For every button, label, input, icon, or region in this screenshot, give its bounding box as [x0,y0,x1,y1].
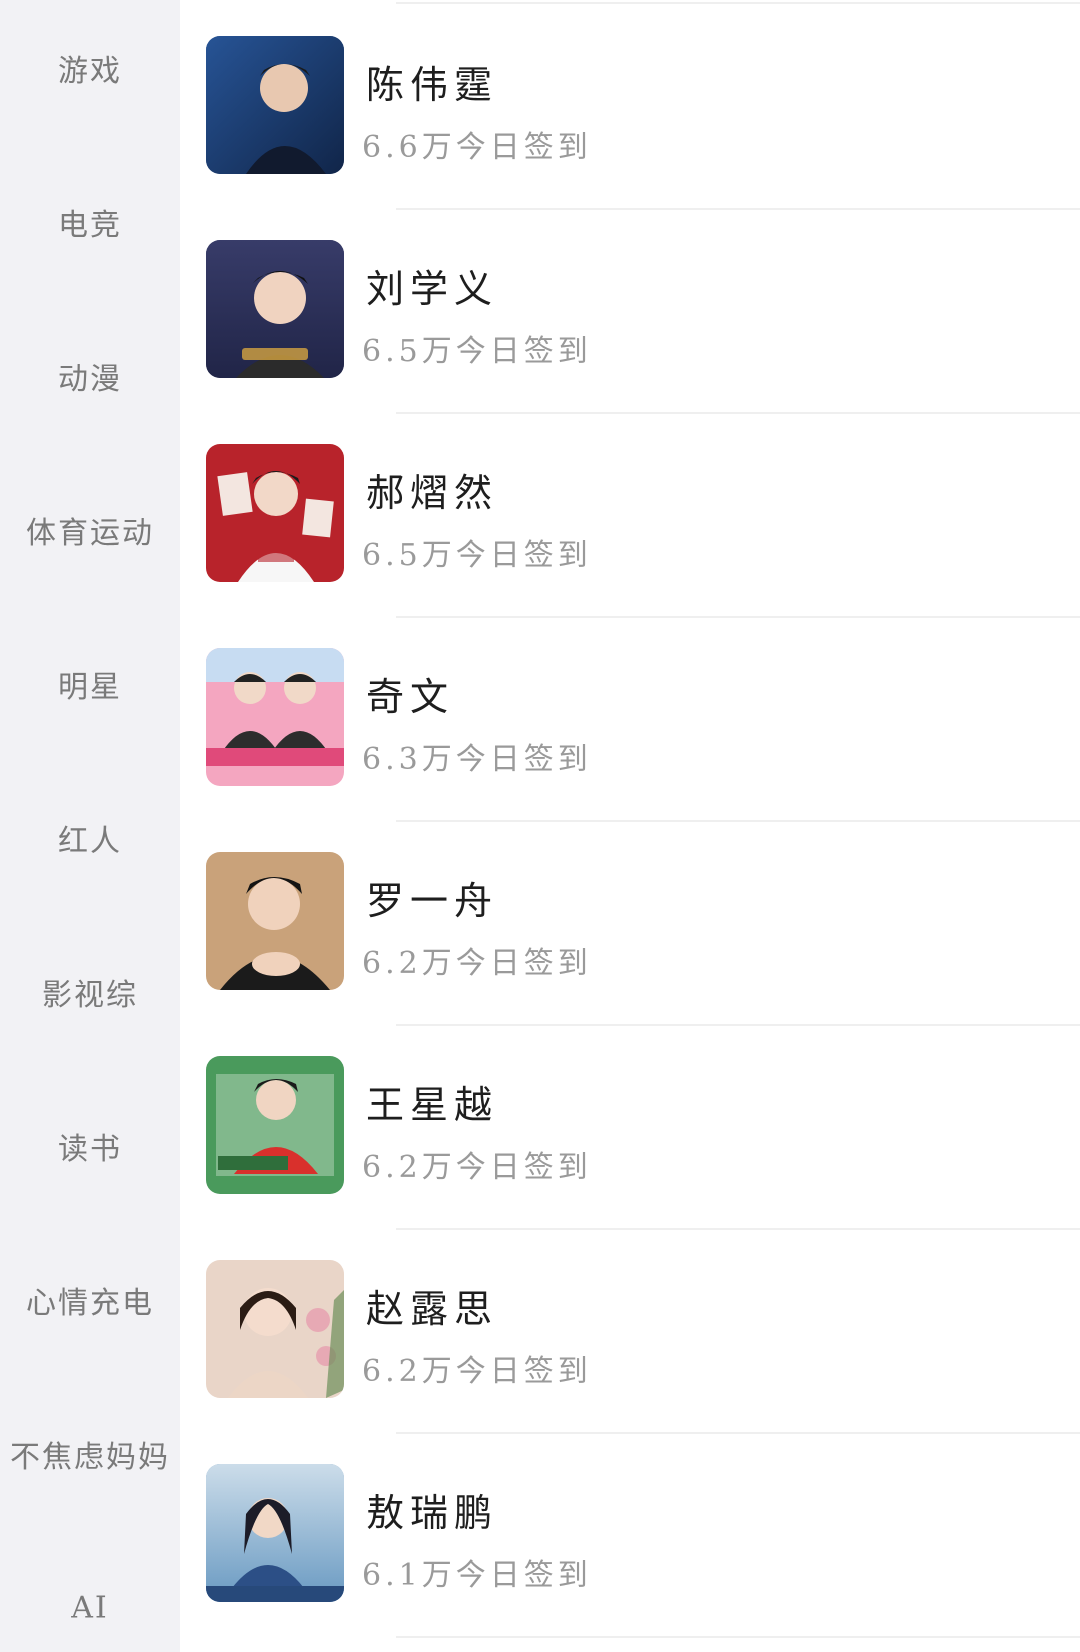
list-item[interactable]: 赵露思 6.2万今日签到 [180,1228,1080,1432]
sidebar-item-games[interactable]: 游戏 [0,46,180,90]
sidebar-item-sports[interactable]: 体育运动 [0,508,180,552]
community-avatar[interactable] [206,1056,344,1194]
checkin-count: 6.2万今日签到 [362,1150,592,1185]
sidebar-item-reading[interactable]: 读书 [0,1124,180,1168]
list-item[interactable]: 郝熠然 6.5万今日签到 [180,412,1080,616]
community-avatar[interactable] [206,648,344,786]
sidebar-item-stars[interactable]: 明星 [0,662,180,706]
sidebar-item-ai[interactable]: AI [0,1591,180,1626]
community-avatar[interactable] [206,1464,344,1602]
community-name: 赵露思 [366,1287,499,1331]
community-name: 敖瑞鹏 [366,1491,499,1535]
community-name: 罗一舟 [366,879,499,923]
app-root: 游戏 电竞 动漫 体育运动 明星 红人 影视综 读书 心情充电 不焦虑妈妈 AI… [0,0,1080,1652]
list-item[interactable]: 奇文 6.3万今日签到 [180,616,1080,820]
list-item[interactable]: 王星越 6.2万今日签到 [180,1024,1080,1228]
checkin-count: 6.3万今日签到 [362,742,592,777]
community-name: 陈伟霆 [366,63,499,107]
checkin-count: 6.2万今日签到 [362,1354,592,1389]
sidebar-item-influencers[interactable]: 红人 [0,816,180,860]
checkin-count: 6.2万今日签到 [362,946,592,981]
sidebar-item-calm-moms[interactable]: 不焦虑妈妈 [0,1432,180,1476]
sidebar-item-anime[interactable]: 动漫 [0,354,180,398]
list-divider [396,1636,1080,1638]
community-avatar[interactable] [206,852,344,990]
community-name: 奇文 [366,675,455,719]
sidebar-item-film-tv-variety[interactable]: 影视综 [0,970,180,1014]
sidebar-item-esports[interactable]: 电竞 [0,200,180,244]
checkin-count: 6.5万今日签到 [362,334,592,369]
community-list: 陈伟霆 6.6万今日签到 刘学义 6.5万今日签到 郝熠然 6.5万今日签到 奇… [180,0,1080,1652]
checkin-count: 6.6万今日签到 [362,130,592,165]
list-item[interactable]: 刘学义 6.5万今日签到 [180,208,1080,412]
category-sidebar: 游戏 电竞 动漫 体育运动 明星 红人 影视综 读书 心情充电 不焦虑妈妈 AI [0,0,180,1652]
community-avatar[interactable] [206,36,344,174]
list-item[interactable]: 敖瑞鹏 6.1万今日签到 [180,1432,1080,1636]
checkin-count: 6.1万今日签到 [362,1558,592,1593]
community-name: 郝熠然 [366,471,499,515]
community-avatar[interactable] [206,1260,344,1398]
checkin-count: 6.5万今日签到 [362,538,592,573]
list-item[interactable]: 罗一舟 6.2万今日签到 [180,820,1080,1024]
community-avatar[interactable] [206,444,344,582]
community-name: 王星越 [366,1083,499,1127]
community-name: 刘学义 [366,267,499,311]
community-avatar[interactable] [206,240,344,378]
list-item[interactable]: 陈伟霆 6.6万今日签到 [180,4,1080,208]
sidebar-item-mood-recharge[interactable]: 心情充电 [0,1278,180,1322]
